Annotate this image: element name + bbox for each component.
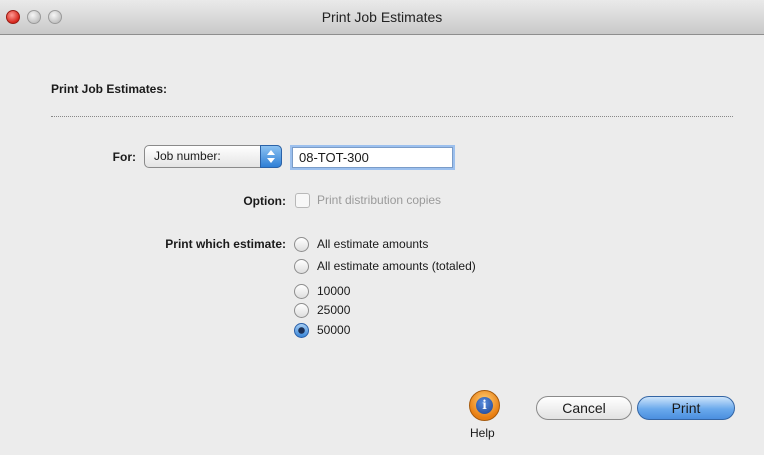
section-title: Print Job Estimates: bbox=[51, 82, 168, 96]
radio-label-50000: 50000 bbox=[317, 323, 351, 337]
radio-25000[interactable] bbox=[294, 303, 309, 318]
for-popup-button[interactable]: Job number: bbox=[144, 145, 282, 168]
popup-arrows-icon bbox=[260, 145, 282, 168]
print-distribution-copies-checkbox[interactable] bbox=[295, 193, 310, 208]
radio-label-all-estimate-amounts-totaled: All estimate amounts (totaled) bbox=[317, 259, 476, 273]
option-label: Option: bbox=[243, 194, 286, 208]
print-distribution-copies-label: Print distribution copies bbox=[317, 193, 442, 207]
info-icon: i bbox=[476, 397, 493, 414]
title-bar: Print Job Estimates bbox=[0, 0, 764, 35]
radio-label-all-estimate-amounts: All estimate amounts bbox=[317, 237, 429, 251]
radio-all-estimate-amounts-totaled[interactable] bbox=[294, 259, 309, 274]
help-label: Help bbox=[470, 426, 495, 440]
job-number-input[interactable]: 08-TOT-300 bbox=[292, 147, 453, 168]
cancel-button[interactable]: Cancel bbox=[536, 396, 632, 420]
radio-all-estimate-amounts[interactable] bbox=[294, 237, 309, 252]
print-button[interactable]: Print bbox=[637, 396, 735, 420]
for-label: For: bbox=[112, 150, 136, 164]
radio-label-10000: 10000 bbox=[317, 284, 351, 298]
window-title: Print Job Estimates bbox=[321, 9, 443, 25]
print-which-estimate-label: Print which estimate: bbox=[165, 237, 286, 251]
radio-label-25000: 25000 bbox=[317, 303, 351, 317]
section-divider bbox=[51, 116, 733, 117]
help-button[interactable]: i bbox=[469, 390, 500, 421]
radio-10000[interactable] bbox=[294, 284, 309, 299]
radio-50000[interactable] bbox=[294, 323, 309, 338]
for-popup-value: Job number: bbox=[154, 149, 221, 163]
